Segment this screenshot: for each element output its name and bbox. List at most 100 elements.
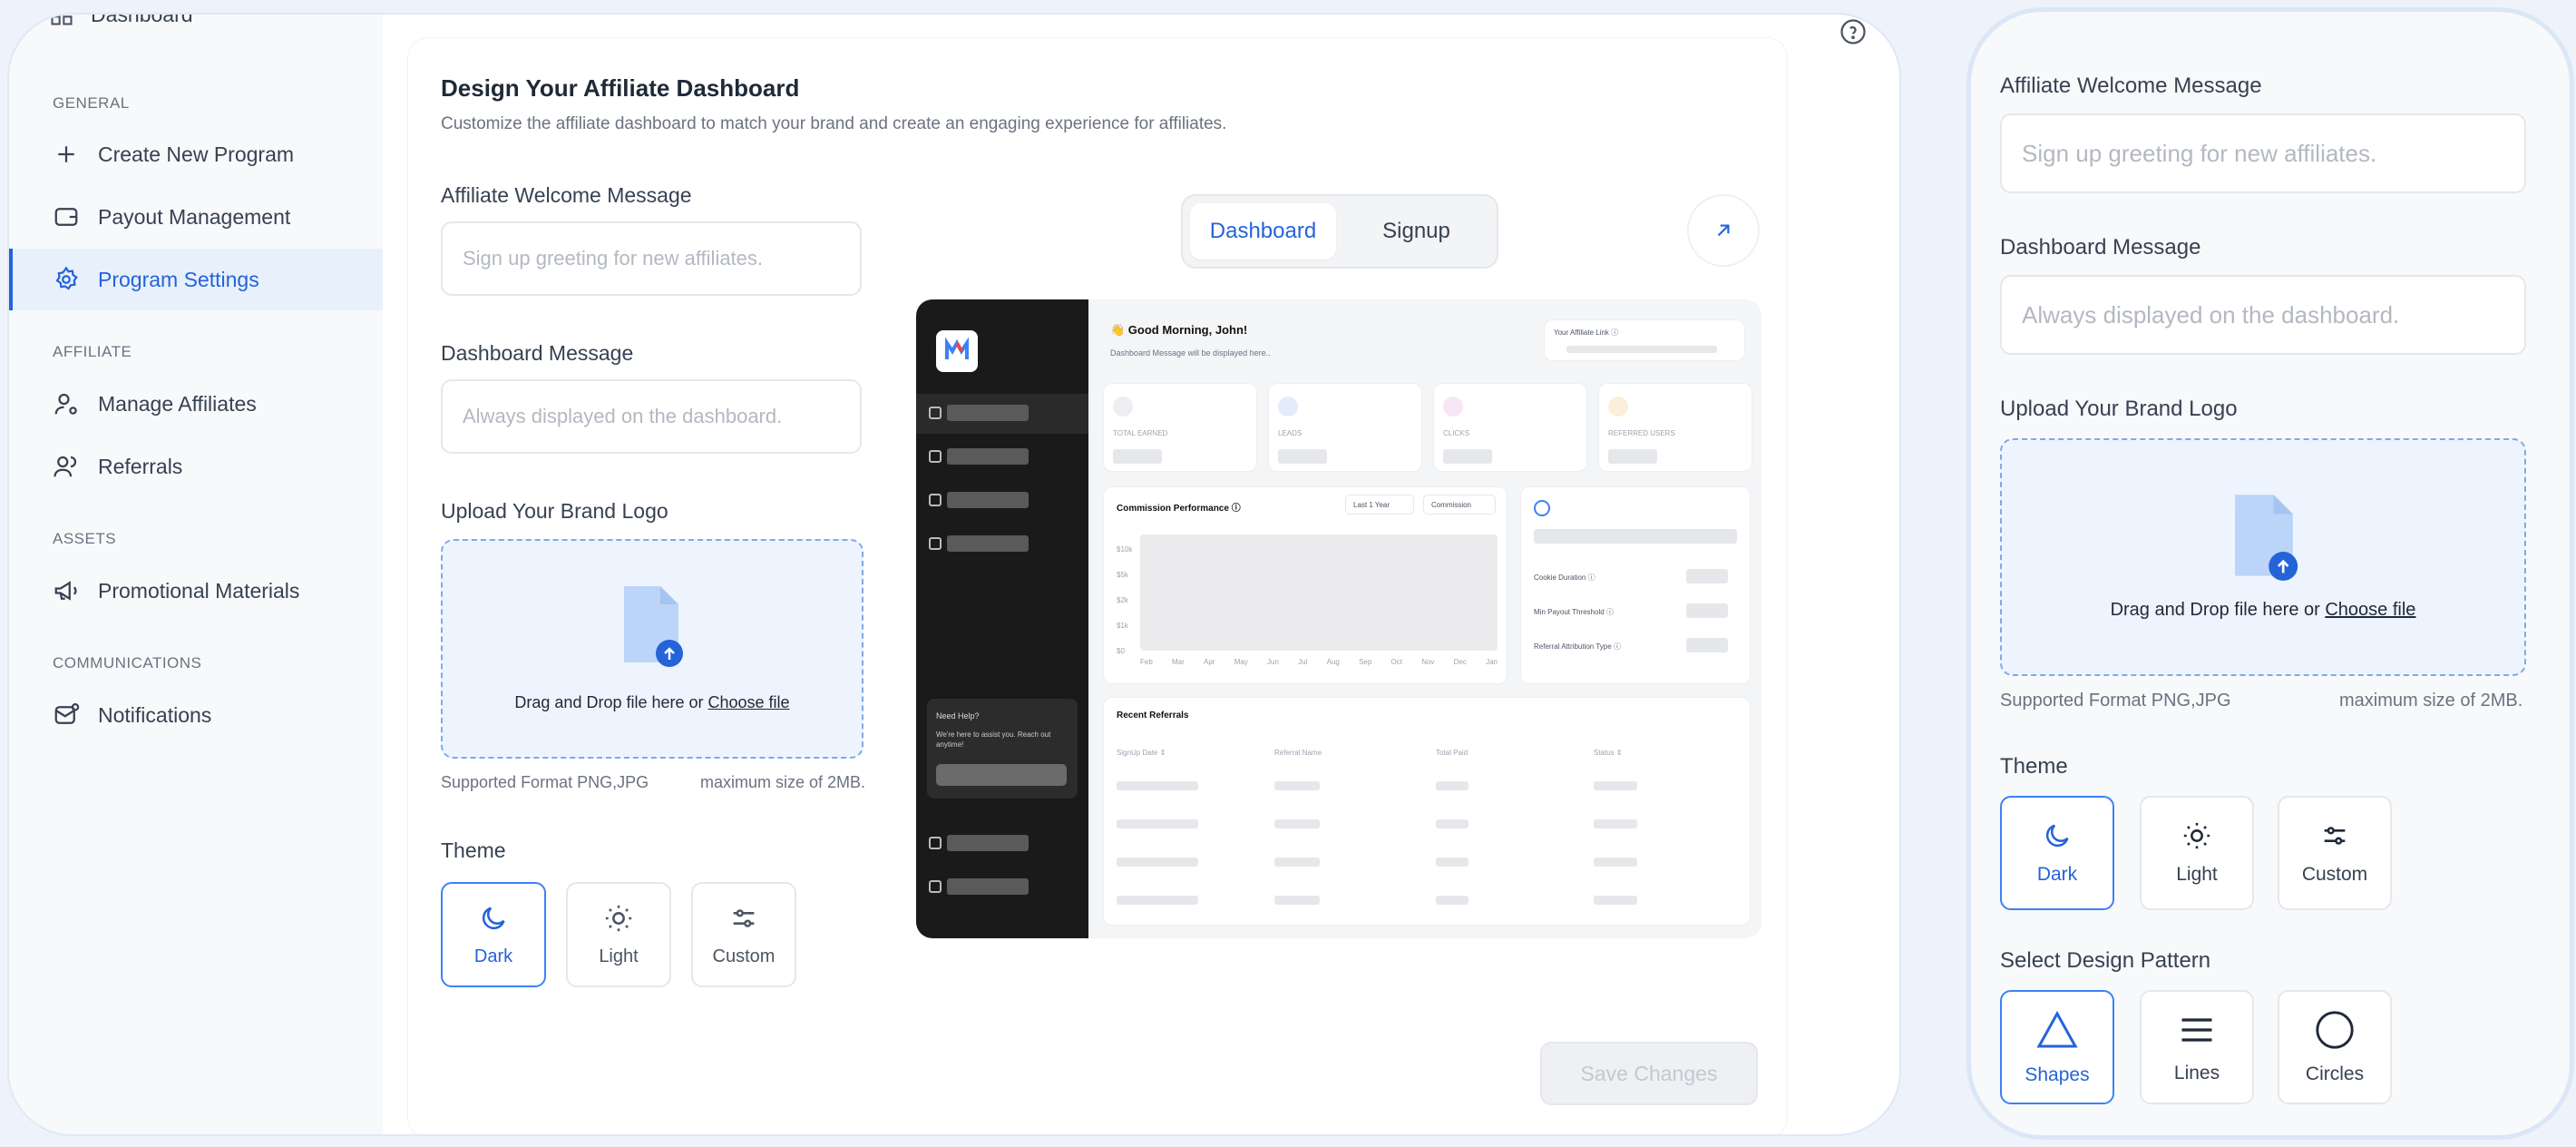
theme-light-button[interactable]: Light xyxy=(566,882,671,987)
sidebar-item-dashboard[interactable]: Dashboard xyxy=(49,15,193,27)
help-title: Need Help? xyxy=(936,711,980,721)
sidebar-item-create-new-program[interactable]: Create New Program xyxy=(9,123,383,185)
circle-icon xyxy=(2316,1011,2354,1049)
dashboard-icon xyxy=(51,15,73,25)
help-button xyxy=(936,764,1067,786)
preview-sidebar: Need Help? We're here to assist you. Rea… xyxy=(916,299,1088,938)
sidebar-item-referrals[interactable]: Referrals xyxy=(9,436,383,497)
welcome-message-input[interactable] xyxy=(441,221,862,296)
preview-recent-referrals: Recent Referrals SignUp Date ⇕ Referral … xyxy=(1103,697,1751,926)
dashboard-message-label: Dashboard Message xyxy=(441,341,634,365)
rp-theme-dark-button[interactable]: Dark xyxy=(2000,796,2114,910)
rp-theme-custom-button[interactable]: Custom xyxy=(2278,796,2392,910)
ref-cell-placeholder xyxy=(1594,858,1637,867)
file-upload-icon xyxy=(2235,495,2298,581)
rp-theme-label-light: Light xyxy=(2176,864,2218,885)
setting-label: Cookie Duration ⓘ xyxy=(1534,574,1595,582)
section-affiliate: AFFILIATE xyxy=(53,343,132,360)
ref-cell-placeholder xyxy=(1117,858,1198,867)
ref-col: Total Paid xyxy=(1436,749,1469,757)
theme-dark-button[interactable]: Dark xyxy=(441,882,546,987)
theme-label: Theme xyxy=(441,838,506,862)
stat-icon xyxy=(1608,397,1628,417)
sidebar-item-payout-management[interactable]: Payout Management xyxy=(9,186,383,248)
x-axis-months: Feb Mar Apr May Jun Jul Aug Sep Oct Nov Dec Jan xyxy=(1140,658,1498,666)
perf-range-select: Last 1 Year xyxy=(1345,495,1414,515)
sidebar-item-notifications[interactable]: Notifications xyxy=(9,684,383,746)
tab-signup[interactable]: Signup xyxy=(1343,203,1489,260)
gear-icon xyxy=(55,266,78,290)
preview-logout-icon xyxy=(929,880,942,893)
preview-nav-bar xyxy=(947,878,1029,895)
sidebar-item-program-settings[interactable]: Program Settings xyxy=(9,249,383,310)
sidebar-item-label: Create New Program xyxy=(98,142,295,166)
preview-help-box: Need Help? We're here to assist you. Rea… xyxy=(927,699,1078,799)
sidebar-item-label: Program Settings xyxy=(98,267,259,291)
rp-dashboard-message-input[interactable] xyxy=(2000,275,2526,355)
x-tick: Jan xyxy=(1486,658,1498,666)
logo-dropzone[interactable]: Drag and Drop file here or Choose file xyxy=(441,539,864,759)
preview-megaphone-icon xyxy=(929,494,942,506)
preview-home-icon xyxy=(929,407,942,419)
stat-label: LEADS xyxy=(1278,429,1303,437)
help-text: We're here to assist you. Reach out anyt… xyxy=(936,730,1051,749)
setting-label: Referral Attribution Type ⓘ xyxy=(1534,642,1621,651)
page-subtitle: Customize the affiliate dashboard to mat… xyxy=(441,114,1227,133)
sidebar-item-manage-affiliates[interactable]: Manage Affiliates xyxy=(9,373,383,435)
stat-icon xyxy=(1113,397,1133,417)
theme-label-custom: Custom xyxy=(712,946,776,966)
preview-program-settings: Cookie Duration ⓘ Min Payout Threshold ⓘ… xyxy=(1520,486,1751,684)
preview-tabs: Dashboard Signup xyxy=(1181,194,1498,269)
stat-icon xyxy=(1278,397,1298,417)
sidebar-item-label: Payout Management xyxy=(98,204,291,229)
ref-col: SignUp Date ⇕ xyxy=(1117,749,1166,757)
rp-theme-light-button[interactable]: Light xyxy=(2140,796,2254,910)
theme-custom-button[interactable]: Custom xyxy=(691,882,796,987)
sidebar-item-label: Promotional Materials xyxy=(98,578,300,603)
rp-logo-dropzone[interactable]: Drag and Drop file here or Choose file xyxy=(2000,438,2526,676)
section-communications: COMMUNICATIONS xyxy=(53,654,202,672)
dashboard-message-input[interactable] xyxy=(441,379,862,454)
open-preview-button[interactable] xyxy=(1687,194,1760,267)
sidebar-item-label: Referrals xyxy=(98,454,183,478)
preview-settings-icon xyxy=(929,837,942,849)
settings-placeholder xyxy=(1534,529,1737,544)
y-tick: $5k xyxy=(1117,571,1128,579)
moon-icon xyxy=(482,906,505,929)
pattern-circles-button[interactable]: Circles xyxy=(2278,990,2392,1104)
theme-label-dark: Dark xyxy=(473,946,513,966)
pattern-lines-button[interactable]: Lines xyxy=(2140,990,2254,1104)
stat-value-placeholder xyxy=(1608,449,1657,464)
save-changes-button[interactable]: Save Changes xyxy=(1540,1042,1758,1105)
x-tick: Aug xyxy=(1326,658,1340,666)
wallet-icon xyxy=(54,208,78,226)
dashboard-preview: Need Help? We're here to assist you. Rea… xyxy=(916,299,1761,938)
preview-nav-bar xyxy=(947,448,1029,465)
main-window: Dashboard GENERAL Create New Program Pay… xyxy=(7,13,1901,1136)
supported-format: Supported Format PNG,JPG xyxy=(441,773,649,791)
setting-value-placeholder xyxy=(1686,638,1728,652)
tab-dashboard[interactable]: Dashboard xyxy=(1190,203,1336,260)
x-tick: Nov xyxy=(1421,658,1435,666)
rp-drop-text: Drag and Drop file here or xyxy=(2110,600,2326,620)
x-tick: Jul xyxy=(1298,658,1308,666)
rp-welcome-input[interactable] xyxy=(2000,113,2526,193)
max-size: maximum size of 2MB. xyxy=(700,773,866,791)
preview-logo xyxy=(936,330,978,372)
preview-nav-bar xyxy=(947,535,1029,552)
ref-cell-placeholder xyxy=(1436,896,1469,905)
section-assets: ASSETS xyxy=(53,530,117,547)
x-tick: Apr xyxy=(1204,658,1215,666)
pattern-shapes-button[interactable]: Shapes xyxy=(2000,990,2114,1104)
preview-nav-bar xyxy=(947,492,1029,508)
triangle-icon xyxy=(2036,1010,2078,1048)
help-icon[interactable] xyxy=(1839,18,1867,45)
ref-cell-placeholder xyxy=(1274,781,1320,790)
choose-file-link[interactable]: Choose file xyxy=(708,693,790,711)
sidebar-item-promotional-materials[interactable]: Promotional Materials xyxy=(9,560,383,622)
ref-cell-placeholder xyxy=(1274,858,1320,867)
ref-col: Referral Name xyxy=(1274,749,1322,757)
rp-choose-file-link[interactable]: Choose file xyxy=(2325,600,2415,620)
chart-area-placeholder xyxy=(1140,534,1498,651)
setting-label: Min Payout Threshold ⓘ xyxy=(1534,608,1614,616)
